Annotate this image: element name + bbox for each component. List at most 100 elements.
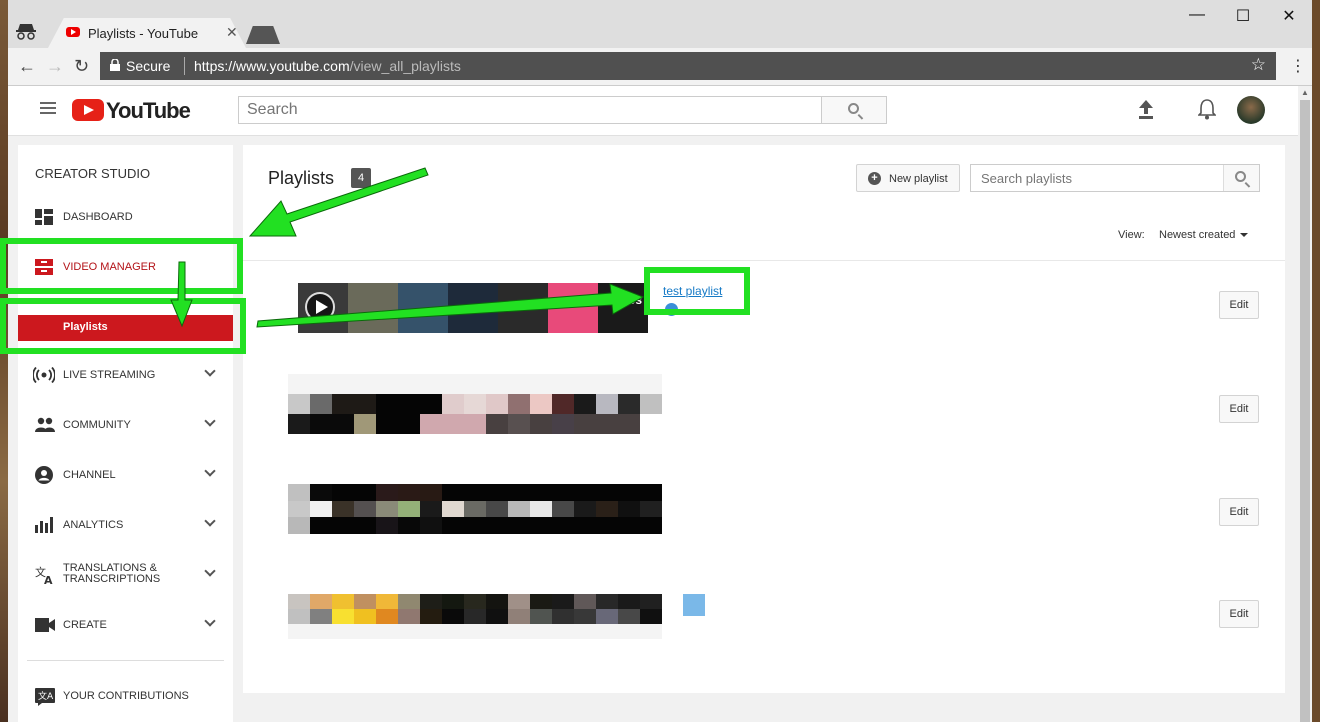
- search-playlists-button[interactable]: [1223, 165, 1259, 191]
- sidebar-item-channel[interactable]: CHANNEL: [18, 455, 233, 495]
- close-tab-icon[interactable]: ✕: [226, 24, 238, 41]
- sidebar-item-translations[interactable]: 文A TRANSLATIONS & TRANSCRIPTIONS: [18, 555, 233, 595]
- chevron-down-icon[interactable]: [204, 565, 216, 577]
- sort-dropdown[interactable]: Newest created: [1159, 229, 1249, 241]
- reload-icon[interactable]: ↻: [74, 56, 89, 77]
- new-tab-button[interactable]: [246, 26, 280, 44]
- thumbnail-pixel: [420, 414, 442, 434]
- scroll-up-icon[interactable]: ▲: [1301, 88, 1309, 97]
- notifications-bell-icon[interactable]: [1198, 98, 1216, 120]
- scrollbar-thumb[interactable]: [1300, 100, 1310, 722]
- avatar[interactable]: [1237, 96, 1265, 124]
- sidebar-divider: [27, 660, 224, 661]
- thumbnail-pixel: [332, 517, 354, 534]
- edit-button[interactable]: Edit: [1219, 291, 1259, 319]
- bookmark-star-icon[interactable]: ☆: [1251, 55, 1266, 75]
- thumbnail-pixel: [332, 609, 354, 624]
- thumbnail-pixel: [332, 500, 354, 517]
- thumbnail-pixel: [618, 394, 640, 414]
- thumbnail-pixel: [530, 533, 552, 550]
- minimize-icon[interactable]: —: [1174, 6, 1220, 24]
- search-input[interactable]: [239, 97, 821, 123]
- thumbnail-pixel: [596, 624, 618, 639]
- chevron-down-icon[interactable]: [204, 415, 216, 427]
- thumbnail-pixel: [640, 394, 662, 414]
- hamburger-menu-icon[interactable]: [40, 102, 56, 114]
- edit-button[interactable]: Edit: [1219, 498, 1259, 526]
- new-playlist-button[interactable]: + New playlist: [856, 164, 960, 192]
- playlist-thumbnail-strip[interactable]: [288, 594, 662, 654]
- thumbnail-pixel: [596, 394, 618, 414]
- thumbnail-pixel: [574, 500, 596, 517]
- thumbnail-pixel: [508, 609, 530, 624]
- play-all-icon[interactable]: [304, 291, 336, 323]
- search-button[interactable]: [821, 96, 887, 124]
- sidebar-item-analytics[interactable]: ANALYTICS: [18, 505, 233, 545]
- back-arrow-icon[interactable]: ←: [18, 56, 36, 77]
- chevron-down-icon[interactable]: [204, 365, 216, 377]
- thumbnail-pixel: [530, 594, 552, 609]
- browser-toolbar: ← → ↻ Secure https://www.youtube.com/vie…: [8, 48, 1312, 86]
- thumbnail-pixel: [288, 594, 310, 609]
- thumbnail-pixel: [442, 533, 464, 550]
- chevron-down-icon[interactable]: [204, 515, 216, 527]
- thumbnail-pixel: [464, 484, 486, 501]
- thumbnail-pixel: [508, 624, 530, 639]
- thumbnail-pixel: [464, 533, 486, 550]
- thumbnail-pixel: [618, 374, 640, 394]
- playlist-thumbnail-strip[interactable]: [288, 374, 662, 454]
- thumbnail-pixel: [508, 434, 530, 454]
- thumbnail-pixel: [552, 500, 574, 517]
- thumbnail-pixel: [398, 624, 420, 639]
- thumbnail-pixel: [596, 484, 618, 501]
- translate-icon: 文A: [35, 565, 53, 585]
- thumbnail-pixel: [640, 594, 662, 609]
- sidebar-item-label: LIVE STREAMING: [63, 369, 156, 381]
- sidebar-item-live-streaming[interactable]: LIVE STREAMING: [18, 355, 233, 395]
- tab-playlists[interactable]: Playlists - YouTube ✕: [48, 18, 246, 48]
- youtube-logo-icon[interactable]: [72, 99, 104, 121]
- maximize-icon[interactable]: ☐: [1220, 6, 1266, 26]
- sidebar-item-your-contributions[interactable]: 文A YOUR CONTRIBUTIONS: [18, 676, 233, 716]
- page-scrollbar[interactable]: ▲: [1298, 86, 1312, 722]
- sidebar-item-create[interactable]: CREATE: [18, 605, 233, 645]
- thumbnail-pixel: [464, 500, 486, 517]
- playlist-thumbnail-strip[interactable]: [288, 484, 662, 550]
- search-playlists-input[interactable]: [971, 165, 1223, 191]
- thumbnail-pixel: [508, 414, 530, 434]
- sidebar-item-community[interactable]: COMMUNITY: [18, 405, 233, 445]
- edit-button[interactable]: Edit: [1219, 395, 1259, 423]
- thumbnail-pixel: [354, 533, 376, 550]
- thumbnail-pixel: [398, 414, 420, 434]
- browser-menu-icon[interactable]: ⋮: [1290, 56, 1306, 76]
- search-icon: [1235, 171, 1246, 182]
- sidebar-item-label: CHANNEL: [63, 469, 116, 481]
- sidebar-item-label: YOUR CONTRIBUTIONS: [63, 690, 189, 702]
- incognito-icon: [16, 24, 36, 40]
- youtube-logo-text[interactable]: YouTube: [106, 98, 191, 124]
- thumbnail-placeholder: [683, 594, 705, 616]
- thumbnail-pixel: [508, 517, 530, 534]
- thumbnail-pixel: [464, 414, 486, 434]
- upload-icon[interactable]: [1138, 100, 1154, 120]
- forward-arrow-icon[interactable]: →: [46, 56, 64, 77]
- thumbnail-pixel: [420, 517, 442, 534]
- edit-button[interactable]: Edit: [1219, 600, 1259, 628]
- thumbnail-pixel: [398, 609, 420, 624]
- thumbnail-pixel: [442, 624, 464, 639]
- sidebar-item-label: COMMUNITY: [63, 419, 131, 431]
- sidebar-item-dashboard[interactable]: DASHBOARD: [18, 197, 233, 237]
- address-bar[interactable]: Secure https://www.youtube.com/view_all_…: [100, 52, 1276, 80]
- close-window-icon[interactable]: ✕: [1266, 6, 1312, 26]
- thumbnail-pixel: [332, 394, 354, 414]
- thumbnail-pixel: [398, 533, 420, 550]
- thumbnail-pixel: [530, 609, 552, 624]
- chevron-down-icon[interactable]: [204, 465, 216, 477]
- playlist-thumbnail-strip[interactable]: [298, 283, 648, 333]
- thumbnail-pixel: [596, 500, 618, 517]
- thumbnail-pixel: [354, 639, 376, 654]
- chevron-down-icon[interactable]: [204, 615, 216, 627]
- thumbnail-pixel: [574, 624, 596, 639]
- thumbnail-pixel: [420, 434, 442, 454]
- thumbnail-pixel: [354, 609, 376, 624]
